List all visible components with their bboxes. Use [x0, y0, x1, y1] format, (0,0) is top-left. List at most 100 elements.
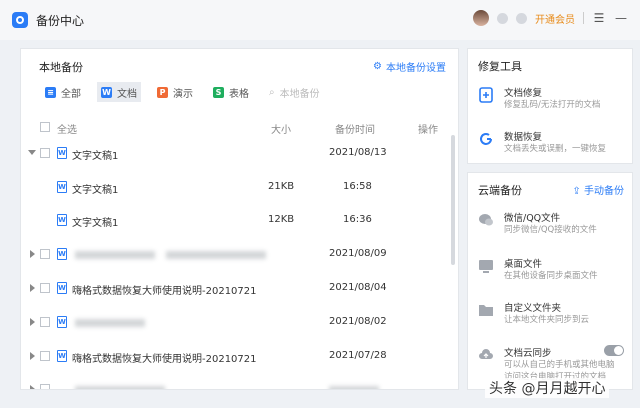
expand-caret-icon[interactable] — [30, 385, 35, 389]
doc-repair-item[interactable]: 文档修复 修复乱码/无法打开的文档 — [478, 85, 628, 117]
row-checkbox[interactable] — [40, 249, 50, 259]
select-all-label: 全选 — [57, 125, 77, 136]
repair-tools-card: 修复工具 文档修复 修复乱码/无法打开的文档 数据恢复 文档丢失或误删，一键恢复 — [467, 48, 633, 164]
search-placeholder: 本地备份 — [279, 88, 320, 100]
backup-time: 2021/08/13 — [329, 147, 387, 158]
cloud-backup-card: 云端备份 ⇪ 手动备份 微信/QQ文件 同步微信/QQ接收的文件 桌面文件 在其… — [467, 172, 633, 390]
filter-sheets[interactable]: S 表格 — [209, 82, 253, 102]
desktop-icon — [479, 260, 493, 273]
item-name: 桌面文件 — [504, 259, 543, 270]
word-doc-icon: W — [57, 214, 67, 226]
table-row[interactable]: W 2021/08/02 — [21, 314, 451, 334]
table-row[interactable]: W 文字文稿1 21KB 16:58 — [21, 179, 451, 199]
file-name: 文字文稿1 — [72, 218, 119, 229]
word-icon: W — [101, 86, 112, 98]
row-checkbox[interactable] — [40, 384, 50, 389]
settings-label: 本地备份设置 — [386, 63, 446, 74]
filter-bar: ≡ 全部 W 文档 P 演示 S 表格 ⌕ 本地备份 — [41, 82, 336, 102]
local-backup-title: 本地备份 — [39, 61, 83, 74]
item-name: 自定义文件夹 — [504, 303, 562, 314]
filter-docs[interactable]: W 文档 — [97, 82, 141, 102]
table-row[interactable] — [21, 381, 451, 389]
backup-time: 2021/08/02 — [329, 316, 387, 327]
excel-icon: S — [213, 86, 224, 98]
wechat-qq-item[interactable]: 微信/QQ文件 同步微信/QQ接收的文件 — [478, 210, 628, 242]
doc-repair-icon — [479, 87, 493, 103]
word-doc-icon: W — [57, 248, 67, 260]
cloud-sync-toggle[interactable] — [604, 345, 624, 356]
filter-label: 演示 — [173, 88, 193, 100]
menu-icon[interactable]: ☰ — [592, 11, 606, 25]
cloud-backup-title: 云端备份 — [478, 184, 522, 197]
scrollbar[interactable] — [451, 135, 455, 265]
local-backup-settings-link[interactable]: ⚙ 本地备份设置 — [373, 59, 446, 74]
expand-caret-icon[interactable] — [30, 250, 35, 258]
row-checkbox[interactable] — [40, 351, 50, 361]
item-desc: 同步微信/QQ接收的文件 — [504, 225, 597, 235]
row-checkbox[interactable] — [40, 148, 50, 158]
member-badge-icon-2 — [516, 12, 527, 24]
table-row[interactable]: W 文字文稿1 12KB 16:36 — [21, 212, 451, 232]
backup-time: 16:36 — [343, 214, 372, 225]
backup-time: 16:58 — [343, 181, 372, 192]
filter-label: 表格 — [229, 88, 249, 100]
redacted-name — [75, 386, 165, 389]
table-row[interactable]: W 2021/08/09 — [21, 246, 451, 266]
divider — [583, 12, 584, 24]
item-desc: 文档丢失或误删，一键恢复 — [504, 144, 607, 154]
table-row[interactable]: W 文字文稿1 2021/08/13 — [21, 145, 451, 165]
word-doc-icon: W — [57, 282, 67, 294]
table-row[interactable]: W 嗨格式数据恢复大师使用说明-20210721 2021/07/28 — [21, 348, 451, 368]
ppt-icon: P — [157, 86, 168, 98]
word-doc-icon: W — [57, 316, 67, 328]
word-doc-icon: W — [57, 181, 67, 193]
manual-backup-label: 手动备份 — [584, 186, 624, 197]
desktop-files-item[interactable]: 桌面文件 在其他设备同步桌面文件 — [478, 256, 628, 288]
expand-caret-icon[interactable] — [30, 318, 35, 326]
settings-icon: ⚙ — [373, 61, 382, 72]
backup-time: 2021/08/09 — [329, 248, 387, 259]
filter-presentations[interactable]: P 演示 — [153, 82, 197, 102]
local-backup-panel: 本地备份 ⚙ 本地备份设置 ≡ 全部 W 文档 P 演示 S 表格 ⌕ 本地备份… — [20, 48, 459, 390]
item-desc: 让本地文件夹同步到云 — [504, 315, 590, 325]
redacted-name — [75, 319, 145, 327]
search-input[interactable]: ⌕ 本地备份 — [265, 82, 324, 102]
file-size: 21KB — [268, 181, 295, 192]
custom-folder-item[interactable]: 自定义文件夹 让本地文件夹同步到云 — [478, 300, 628, 332]
filter-all[interactable]: ≡ 全部 — [41, 82, 85, 102]
item-desc: 可以从自己的手机或其他电脑 — [504, 360, 615, 370]
minimize-icon[interactable]: — — [614, 11, 628, 25]
word-doc-icon: W — [57, 350, 67, 362]
chat-icon — [479, 214, 493, 226]
folder-icon — [479, 305, 493, 316]
expand-caret-icon[interactable] — [30, 284, 35, 292]
avatar[interactable] — [473, 10, 489, 26]
app-title: 备份中心 — [36, 13, 85, 28]
manual-backup-button[interactable]: ⇪ 手动备份 — [572, 182, 624, 197]
row-checkbox[interactable] — [40, 317, 50, 327]
search-icon: ⌕ — [269, 86, 275, 98]
upload-icon: ⇪ — [572, 186, 581, 197]
word-doc-icon: W — [57, 147, 67, 159]
item-name: 微信/QQ文件 — [504, 213, 561, 224]
redacted-time — [329, 386, 379, 389]
data-recovery-item[interactable]: 数据恢复 文档丢失或误删，一键恢复 — [478, 129, 628, 161]
item-desc: 修复乱码/无法打开的文档 — [504, 100, 601, 110]
cloud-upload-icon — [479, 349, 493, 359]
repair-tools-title: 修复工具 — [478, 60, 522, 73]
file-size: 12KB — [268, 214, 295, 225]
file-name: 文字文稿1 — [72, 185, 119, 196]
table-row[interactable]: W 嗨格式数据恢复大师使用说明-20210721 2021/08/04 — [21, 280, 451, 300]
item-name: 文档云同步 — [504, 348, 552, 359]
expand-caret-icon[interactable] — [30, 352, 35, 360]
vip-button[interactable]: 开通会员 — [535, 11, 575, 26]
item-name: 文档修复 — [504, 88, 543, 99]
filter-label: 文档 — [117, 88, 137, 100]
filter-label: 全部 — [61, 88, 81, 100]
backup-time: 2021/07/28 — [329, 350, 387, 361]
item-name: 数据恢复 — [504, 132, 543, 143]
collapse-caret-icon[interactable] — [28, 150, 36, 155]
select-all-checkbox[interactable] — [40, 122, 50, 132]
backup-time: 2021/08/04 — [329, 282, 387, 293]
row-checkbox[interactable] — [40, 283, 50, 293]
